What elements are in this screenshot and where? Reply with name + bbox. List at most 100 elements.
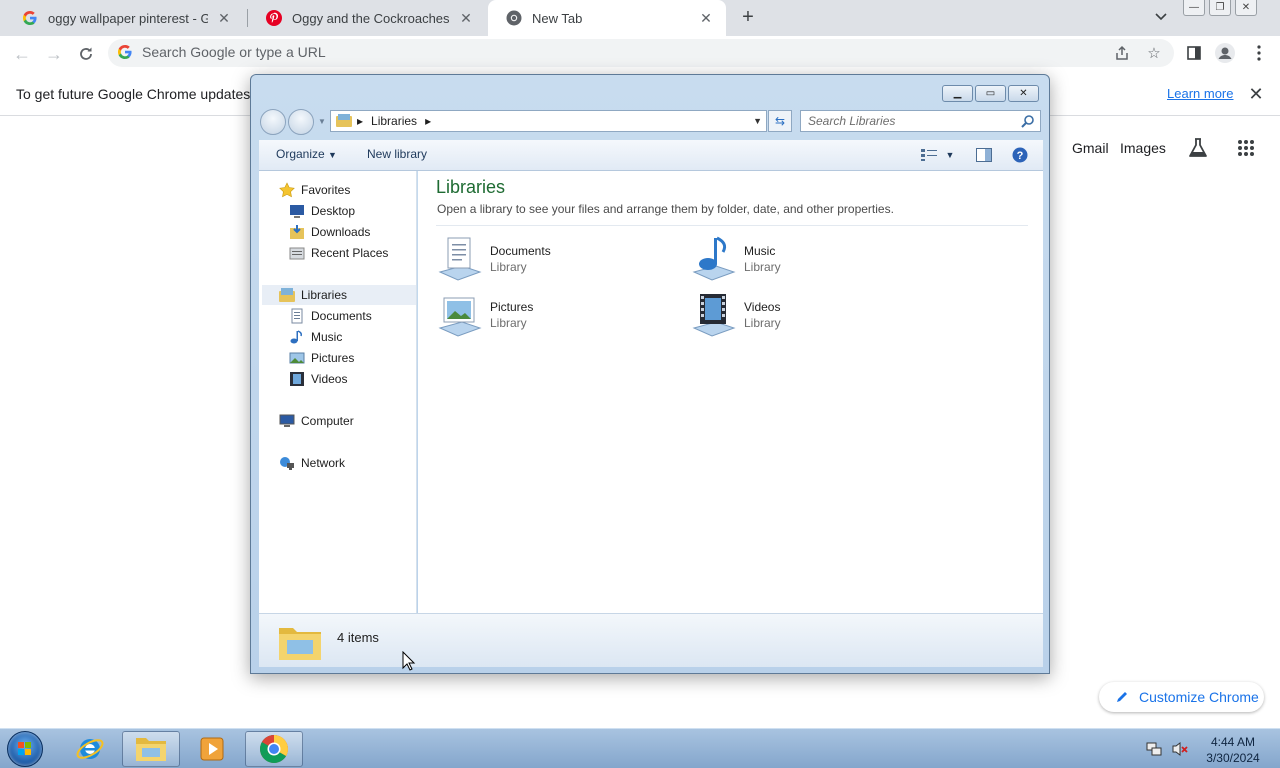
- nav-favorites-label: Favorites: [301, 183, 351, 197]
- customize-chrome-button[interactable]: Customize Chrome: [1099, 682, 1264, 712]
- profile-avatar-icon[interactable]: [1214, 42, 1236, 64]
- breadcrumb-arrow-icon[interactable]: ▸: [357, 114, 363, 128]
- restore-button[interactable]: ❐: [1209, 0, 1231, 16]
- nav-videos[interactable]: Videos: [289, 369, 347, 389]
- customize-chrome-label: Customize Chrome: [1139, 689, 1259, 705]
- start-button[interactable]: [7, 731, 43, 767]
- nav-music[interactable]: Music: [289, 327, 342, 347]
- gmail-link[interactable]: Gmail: [1072, 140, 1109, 156]
- pencil-icon: [1117, 692, 1127, 702]
- back-button[interactable]: ←: [10, 42, 34, 66]
- explorer-address-bar[interactable]: ▸ Libraries ▸ ▼: [330, 110, 767, 132]
- network-icon: [280, 457, 294, 470]
- reload-button[interactable]: [74, 42, 98, 66]
- nav-libraries-label: Libraries: [301, 288, 348, 302]
- search-libraries-input[interactable]: [801, 111, 1011, 131]
- images-link[interactable]: Images: [1120, 140, 1166, 156]
- explorer-refresh-button[interactable]: ⇆: [768, 110, 792, 132]
- recent-pages-dropdown[interactable]: ▼: [318, 117, 326, 126]
- tab-new-tab[interactable]: New Tab ✕: [488, 0, 726, 36]
- breadcrumb-arrow-icon[interactable]: ▸: [425, 114, 431, 128]
- nav-desktop[interactable]: Desktop: [289, 201, 355, 221]
- close-icon[interactable]: ✕: [1246, 84, 1266, 104]
- explorer-details-pane: 4 items: [259, 613, 1043, 667]
- pictures-library-icon: [438, 297, 482, 337]
- nav-computer[interactable]: Computer: [279, 411, 354, 431]
- item-count: 4 items: [337, 630, 379, 645]
- nav-network-label: Network: [301, 456, 346, 470]
- library-item-videos[interactable]: Videos Library: [690, 290, 930, 342]
- library-name: Pictures: [490, 300, 534, 314]
- organize-menu-button[interactable]: Organize ▼: [276, 147, 337, 161]
- volume-muted-icon[interactable]: [1172, 741, 1188, 757]
- close-icon[interactable]: ✕: [458, 10, 474, 26]
- library-item-documents[interactable]: Documents Library: [436, 234, 676, 286]
- tab-title: Oggy and the Cockroaches: one: [292, 10, 450, 26]
- change-view-icon[interactable]: [920, 147, 938, 163]
- library-item-pictures[interactable]: Pictures Library: [436, 290, 676, 342]
- nav-pictures[interactable]: Pictures: [289, 348, 354, 368]
- clock-date: 3/30/2024: [1206, 751, 1260, 765]
- library-name: Videos: [744, 300, 781, 314]
- system-clock[interactable]: 4:44 AM 3/30/2024: [1198, 734, 1268, 766]
- library-type: Library: [490, 316, 527, 330]
- tab-oggy-wallpaper[interactable]: oggy wallpaper pinterest - Goog ✕: [4, 0, 244, 36]
- library-name: Documents: [490, 244, 551, 258]
- libraries-icon: [336, 114, 352, 128]
- explorer-back-button[interactable]: [260, 109, 286, 135]
- folder-icon: [136, 738, 166, 761]
- nav-documents[interactable]: Documents: [289, 306, 372, 326]
- explorer-minimize-button[interactable]: ▁: [942, 85, 973, 102]
- tab-oggy-pinterest[interactable]: Oggy and the Cockroaches: one ✕: [248, 0, 486, 36]
- libraries-icon: [279, 288, 295, 302]
- nav-downloads[interactable]: Downloads: [289, 222, 370, 242]
- breadcrumb-libraries[interactable]: Libraries: [371, 114, 417, 128]
- explorer-content-pane: Libraries Open a library to see your fil…: [418, 171, 1043, 613]
- videos-library-icon: [692, 294, 736, 337]
- music-library-icon: [692, 236, 736, 281]
- close-window-button[interactable]: ✕: [1235, 0, 1257, 16]
- nav-favorites[interactable]: Favorites: [279, 180, 350, 200]
- explorer-close-button[interactable]: ✕: [1008, 85, 1039, 102]
- side-panel-icon[interactable]: [1183, 42, 1205, 64]
- explorer-navigation-pane: Favorites Desktop Downloads Recent Place…: [259, 171, 417, 613]
- taskbar-google-chrome[interactable]: [245, 731, 303, 767]
- tab-search-button[interactable]: [1151, 8, 1171, 26]
- desktop-icon: [290, 205, 304, 218]
- library-type: Library: [744, 316, 781, 330]
- preview-pane-icon[interactable]: [975, 147, 993, 163]
- nav-libraries[interactable]: Libraries: [262, 285, 416, 305]
- svg-text:?: ?: [1017, 150, 1024, 162]
- nav-recent-places[interactable]: Recent Places: [289, 243, 388, 263]
- close-icon[interactable]: ✕: [698, 10, 714, 26]
- chrome-icon: [506, 10, 522, 26]
- search-icon[interactable]: [1021, 114, 1035, 128]
- new-tab-button[interactable]: +: [737, 6, 759, 28]
- apps-grid-icon[interactable]: [1233, 135, 1259, 161]
- address-dropdown-icon[interactable]: ▼: [753, 116, 762, 126]
- new-library-button[interactable]: New library: [367, 147, 427, 161]
- view-options-dropdown[interactable]: ▼: [941, 147, 959, 163]
- taskbar-windows-explorer[interactable]: [122, 731, 180, 767]
- learn-more-link[interactable]: Learn more: [1167, 86, 1233, 101]
- help-icon[interactable]: ?: [1011, 147, 1029, 163]
- organize-label: Organize: [276, 147, 325, 161]
- taskbar-internet-explorer[interactable]: [61, 731, 119, 767]
- pictures-icon: [289, 352, 305, 364]
- taskbar-media-player[interactable]: [183, 731, 241, 767]
- close-icon[interactable]: ✕: [216, 10, 232, 26]
- nav-network[interactable]: Network: [279, 453, 345, 473]
- forward-button[interactable]: →: [42, 42, 66, 66]
- media-player-icon: [200, 737, 224, 761]
- minimize-button[interactable]: —: [1183, 0, 1205, 16]
- recent-places-icon: [289, 247, 305, 260]
- share-icon[interactable]: [1112, 43, 1132, 63]
- library-type: Library: [744, 260, 781, 274]
- explorer-forward-button[interactable]: [288, 109, 314, 135]
- library-item-music[interactable]: Music Library: [690, 234, 930, 286]
- explorer-maximize-button[interactable]: ▭: [975, 85, 1006, 102]
- bookmark-star-icon[interactable]: ☆: [1144, 43, 1164, 63]
- labs-flask-icon[interactable]: [1185, 135, 1211, 161]
- menu-kebab-icon[interactable]: [1248, 42, 1270, 64]
- network-tray-icon[interactable]: [1146, 741, 1162, 757]
